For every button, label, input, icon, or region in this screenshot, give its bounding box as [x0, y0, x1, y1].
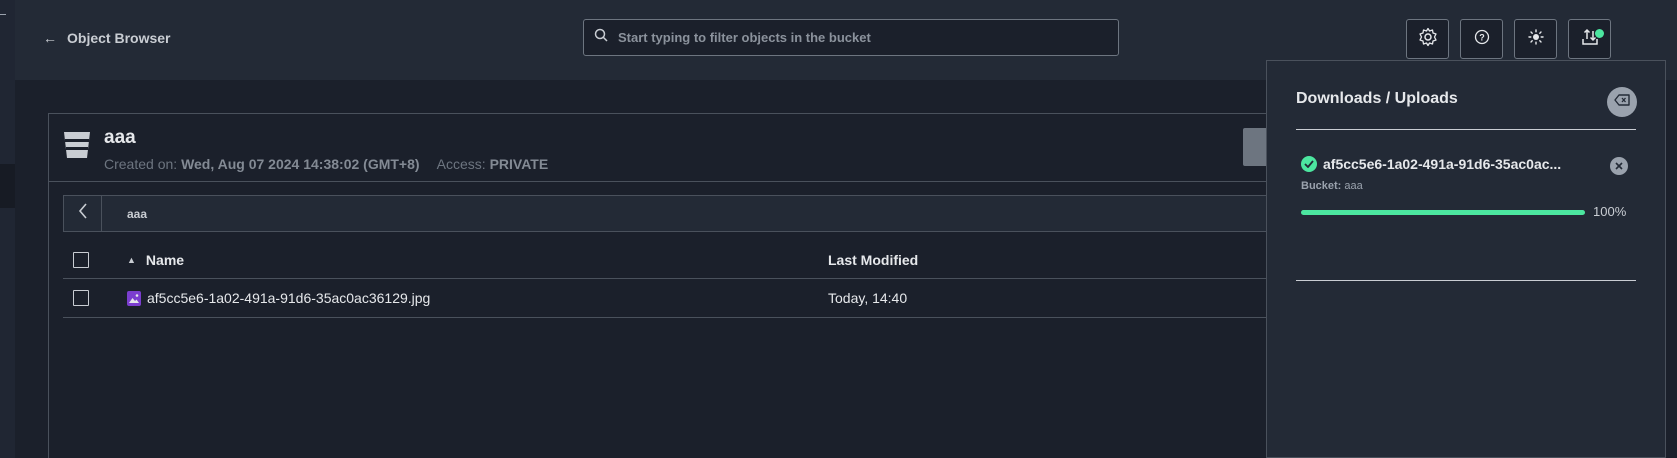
check-circle-icon	[1301, 156, 1317, 172]
bucket-name: aaa	[104, 127, 136, 148]
back-to-object-browser[interactable]: ← Object Browser	[43, 30, 170, 46]
table-header: ▲ Name Last Modified	[63, 242, 1353, 279]
bucket-meta: Created on: Wed, Aug 07 2024 14:38:02 (G…	[104, 156, 562, 172]
sidebar-block	[0, 164, 15, 208]
bucket-header: aaa Created on: Wed, Aug 07 2024 14:38:0…	[49, 114, 1367, 182]
clear-all-button[interactable]	[1607, 87, 1637, 117]
progress-fill	[1301, 210, 1585, 215]
last-modified-column-header[interactable]: Last Modified	[828, 252, 918, 268]
download-item: af5cc5e6-1a02-491a-91d6-35ac0ac...	[1301, 156, 1561, 172]
file-name: af5cc5e6-1a02-491a-91d6-35ac0ac36129.jpg	[147, 290, 431, 306]
bucket-icon	[63, 130, 91, 165]
bucket-label: Bucket:	[1301, 180, 1342, 192]
clear-icon	[1614, 93, 1630, 111]
divider	[1296, 280, 1636, 281]
back-label: Object Browser	[67, 30, 171, 46]
sort-up-icon: ▲	[127, 255, 136, 265]
breadcrumb-back-button[interactable]	[64, 196, 102, 231]
search-input[interactable]	[618, 30, 1118, 45]
sidebar-tick	[0, 14, 6, 15]
download-item-name: af5cc5e6-1a02-491a-91d6-35ac0ac...	[1323, 156, 1562, 172]
bucket-panel: aaa Created on: Wed, Aug 07 2024 14:38:0…	[48, 113, 1368, 458]
objects-table: ▲ Name Last Modified af5cc5e6-1a02-491a-…	[63, 242, 1353, 318]
close-icon	[1615, 157, 1623, 175]
access-value: PRIVATE	[489, 156, 549, 172]
help-icon: ?	[1474, 29, 1490, 50]
svg-text:?: ?	[1479, 32, 1485, 42]
created-value: Wed, Aug 07 2024 14:38:02 (GMT+8)	[181, 156, 420, 172]
remove-item-button[interactable]	[1610, 157, 1628, 175]
bucket-value: aaa	[1344, 180, 1363, 192]
breadcrumb: aaa	[63, 195, 1353, 232]
notification-dot	[1595, 29, 1604, 38]
chevron-left-icon	[78, 203, 88, 224]
search-box	[583, 19, 1119, 56]
settings-button[interactable]	[1406, 19, 1449, 59]
access-label: Access:	[436, 156, 486, 172]
sun-icon	[1527, 28, 1544, 50]
arrow-left-icon: ←	[43, 30, 57, 46]
file-name-cell: af5cc5e6-1a02-491a-91d6-35ac0ac36129.jpg	[127, 290, 430, 306]
name-header-label: Name	[145, 252, 185, 268]
progress-percent: 100%	[1593, 204, 1627, 219]
image-file-icon	[127, 290, 141, 306]
left-sidebar	[0, 0, 15, 458]
theme-toggle-button[interactable]	[1514, 19, 1557, 59]
progress-bar	[1301, 210, 1585, 215]
last-modified-cell: Today, 14:40	[828, 290, 908, 306]
help-button[interactable]: ?	[1460, 19, 1503, 59]
select-all-checkbox[interactable]	[73, 252, 89, 268]
breadcrumb-path[interactable]: aaa	[127, 207, 147, 221]
search-icon	[594, 28, 608, 47]
gear-icon	[1418, 27, 1438, 52]
row-checkbox[interactable]	[73, 290, 89, 306]
panel-title: Downloads / Uploads	[1296, 90, 1458, 107]
divider	[1296, 129, 1636, 130]
downloads-uploads-button[interactable]	[1568, 19, 1611, 59]
name-column-header[interactable]: ▲ Name	[127, 252, 184, 268]
download-item-bucket: Bucket: aaa	[1301, 180, 1363, 192]
downloads-uploads-panel: Downloads / Uploads af5cc5e6-1a02-491a-9…	[1266, 60, 1666, 458]
table-row[interactable]: af5cc5e6-1a02-491a-91d6-35ac0ac36129.jpg…	[63, 279, 1353, 318]
created-label: Created on:	[104, 156, 178, 172]
